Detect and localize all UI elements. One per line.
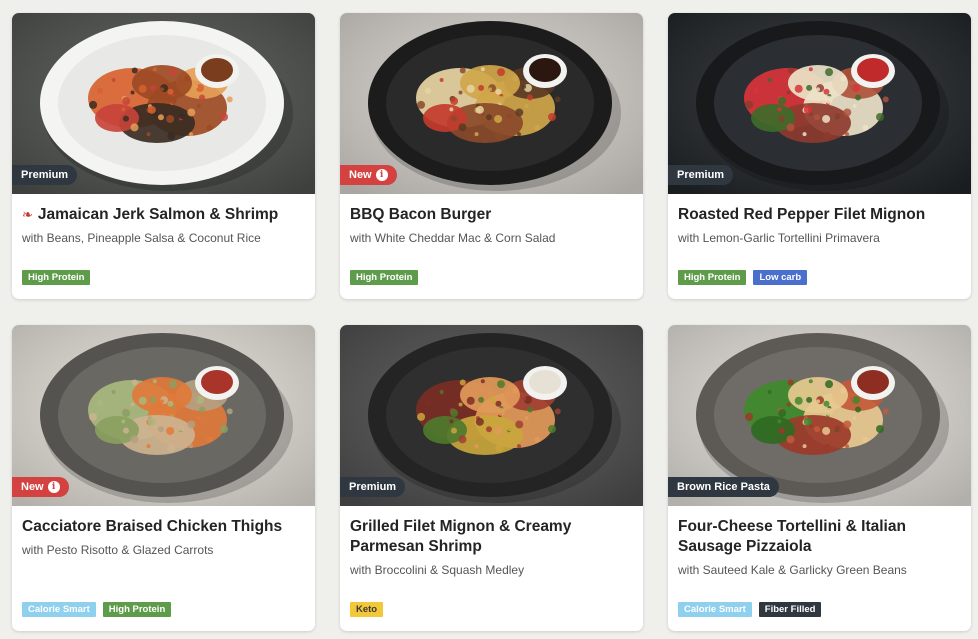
meal-image[interactable]: New i <box>340 13 643 194</box>
meal-tag: Premium <box>340 477 406 497</box>
badge-list: High Protein Low carb <box>678 270 808 285</box>
meal-subtitle: with Beans, Pineapple Salsa & Coconut Ri… <box>22 231 261 245</box>
meal-tag-label: New <box>349 169 372 181</box>
meal-image[interactable]: Premium <box>340 325 643 506</box>
meal-title[interactable]: Cacciatore Braised Chicken Thighs <box>22 517 305 537</box>
badge-list: Keto <box>350 602 384 617</box>
meal-details: BBQ Bacon Burger with White Cheddar Mac &… <box>340 194 643 246</box>
info-icon[interactable]: i <box>375 169 388 181</box>
meal-details: Four-Cheese Tortellini & Italian Sausage… <box>668 506 971 578</box>
meal-title-text: BBQ Bacon Burger <box>350 206 492 223</box>
diet-badge: High Protein <box>22 270 91 285</box>
meal-tag: New i <box>12 477 69 497</box>
meal-tag-label: New <box>21 481 44 493</box>
diet-badge: Calorie Smart <box>22 602 96 617</box>
diet-badge: Fiber Filled <box>758 602 822 617</box>
meal-card[interactable]: Brown Rice Pasta Four-Cheese Tortellini &… <box>668 325 971 631</box>
meal-subtitle: with White Cheddar Mac & Corn Salad <box>350 231 556 245</box>
meal-title[interactable]: BBQ Bacon Burger <box>350 205 633 225</box>
badge-list: High Protein <box>350 270 419 285</box>
meal-tag: New i <box>340 165 397 185</box>
meal-tag-label: Premium <box>677 169 725 181</box>
meal-title-text: Jamaican Jerk Salmon & Shrimp <box>37 206 279 223</box>
diet-badge: Low carb <box>753 270 808 285</box>
meal-card[interactable]: Premium Grilled Filet Mignon & Creamy Par… <box>340 325 643 631</box>
meal-card[interactable]: Premium Roasted Red Pepper Filet Mignon wi… <box>668 13 971 299</box>
diet-badge: High Protein <box>350 270 419 285</box>
meal-subtitle: with Pesto Risotto & Glazed Carrots <box>22 543 214 557</box>
meal-image[interactable]: Premium <box>12 13 315 194</box>
meal-image[interactable]: Premium <box>668 13 971 194</box>
meal-card[interactable]: Premium ❧ Jamaican Jerk Salmon & Shrimp wit… <box>12 13 315 299</box>
meal-title[interactable]: Roasted Red Pepper Filet Mignon <box>678 205 961 225</box>
chili-pepper-icon: ❧ <box>22 207 33 222</box>
meal-title[interactable]: ❧ Jamaican Jerk Salmon & Shrimp <box>22 205 305 225</box>
meal-image[interactable]: New i <box>12 325 315 506</box>
meal-details: ❧ Jamaican Jerk Salmon & Shrimp with Beans… <box>12 194 315 246</box>
diet-badge: Calorie Smart <box>678 602 752 617</box>
meal-details: Cacciatore Braised Chicken Thighs with Pe… <box>12 506 315 558</box>
meal-subtitle: with Sauteed Kale & Garlicky Green Beans <box>678 563 907 577</box>
meal-card[interactable]: New i BBQ Bacon Burger with White Cheddar M… <box>340 13 643 299</box>
meal-tag-label: Premium <box>349 481 397 493</box>
meal-grid: Premium ❧ Jamaican Jerk Salmon & Shrimp wit… <box>12 13 971 631</box>
meal-title[interactable]: Four-Cheese Tortellini & Italian Sausage… <box>678 517 961 557</box>
meal-tag-label: Brown Rice Pasta <box>677 481 770 493</box>
meal-details: Roasted Red Pepper Filet Mignon with Lemo… <box>668 194 971 246</box>
meal-tag-label: Premium <box>21 169 69 181</box>
meal-tag: Premium <box>12 165 78 185</box>
meal-title[interactable]: Grilled Filet Mignon & Creamy Parmesan S… <box>350 517 633 557</box>
meal-title-text: Grilled Filet Mignon & Creamy Parmesan S… <box>350 518 572 555</box>
diet-badge: High Protein <box>102 602 172 617</box>
meal-tag: Premium <box>668 165 734 185</box>
info-icon[interactable]: i <box>47 481 60 493</box>
meal-title-text: Roasted Red Pepper Filet Mignon <box>678 206 926 223</box>
meal-card[interactable]: New i Cacciatore Braised Chicken Thighs wit… <box>12 325 315 631</box>
meal-subtitle: with Lemon-Garlic Tortellini Primavera <box>678 231 880 245</box>
diet-badge: High Protein <box>678 270 747 285</box>
diet-badge: Keto <box>350 602 384 617</box>
badge-list: High Protein <box>22 270 91 285</box>
meal-tag: Brown Rice Pasta <box>668 477 779 497</box>
meal-details: Grilled Filet Mignon & Creamy Parmesan S… <box>340 506 643 578</box>
badge-list: Calorie Smart High Protein <box>22 602 172 617</box>
meal-image[interactable]: Brown Rice Pasta <box>668 325 971 506</box>
meal-title-text: Cacciatore Braised Chicken Thighs <box>22 518 283 535</box>
meal-subtitle: with Broccolini & Squash Medley <box>350 563 525 577</box>
meal-title-text: Four-Cheese Tortellini & Italian Sausage… <box>678 518 906 555</box>
badge-list: Calorie Smart Fiber Filled <box>678 602 822 617</box>
